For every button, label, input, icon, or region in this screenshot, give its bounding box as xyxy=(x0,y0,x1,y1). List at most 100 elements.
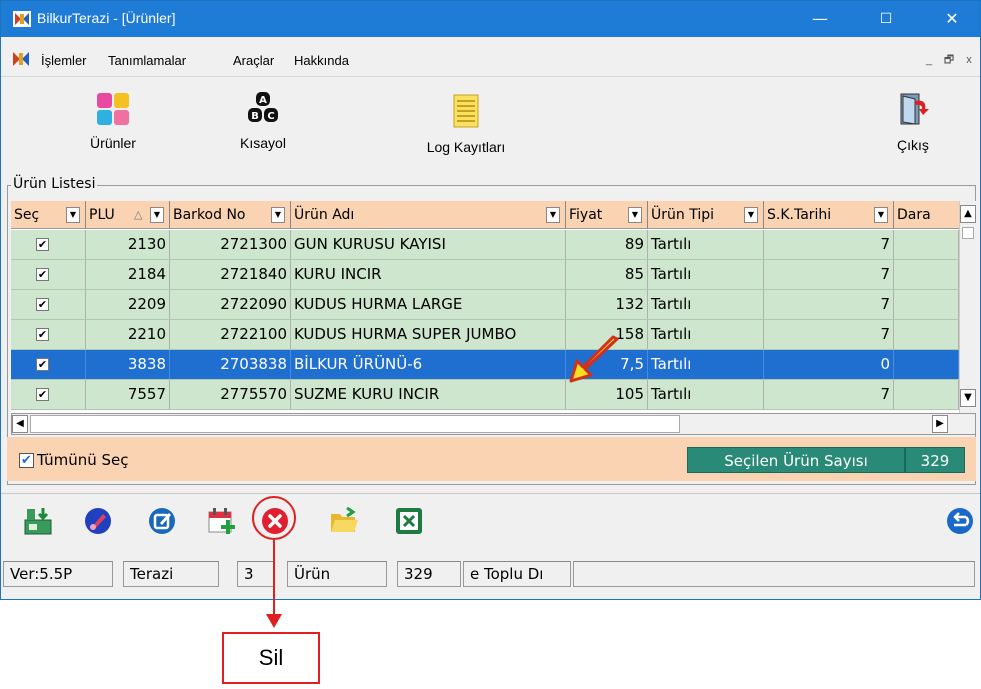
cell-plu[interactable]: 2130 xyxy=(86,230,170,259)
grid-horizontal-scrollbar[interactable]: ◀ ▶ xyxy=(11,413,976,435)
col-filter-icon[interactable]: ▼ xyxy=(744,207,758,223)
cell-dara[interactable] xyxy=(894,260,959,289)
scale-upload-icon[interactable] xyxy=(23,506,53,536)
cell-barcode[interactable]: 2722090 xyxy=(170,290,291,319)
menu-islemler[interactable]: İşlemler xyxy=(41,53,87,68)
cell-type[interactable]: Tartılı xyxy=(648,350,764,379)
col-header-dara[interactable]: Dara xyxy=(894,201,959,229)
row-checkbox[interactable]: ✔ xyxy=(36,238,49,251)
cell-barcode[interactable]: 2775570 xyxy=(170,380,291,409)
cell-barcode[interactable]: 2721300 xyxy=(170,230,291,259)
scroll-left-arrow-icon[interactable]: ◀ xyxy=(12,415,28,433)
cell-plu[interactable]: 2184 xyxy=(86,260,170,289)
cell-price[interactable]: 132 xyxy=(566,290,648,319)
checkbox-checked-icon[interactable]: ✔ xyxy=(19,453,34,468)
back-icon[interactable] xyxy=(945,506,975,536)
cell-barcode[interactable]: 2721840 xyxy=(170,260,291,289)
cell-plu[interactable]: 3838 xyxy=(86,350,170,379)
cell-name[interactable]: GUN KURUSU KAYISI xyxy=(291,230,566,259)
row-checkbox[interactable]: ✔ xyxy=(36,268,49,281)
cell-price[interactable]: 89 xyxy=(566,230,648,259)
cell-sk[interactable]: 7 xyxy=(764,320,894,349)
cell-type[interactable]: Tartılı xyxy=(648,320,764,349)
cell-sk[interactable]: 7 xyxy=(764,230,894,259)
excel-export-icon[interactable] xyxy=(394,506,424,536)
cell-dara[interactable] xyxy=(894,380,959,409)
cell-type[interactable]: Tartılı xyxy=(648,260,764,289)
shortcut-button[interactable]: A B C Kısayol xyxy=(223,91,303,151)
cell-sk[interactable]: 7 xyxy=(764,380,894,409)
paint-brush-icon[interactable] xyxy=(83,506,113,536)
table-row[interactable]: ✔ 2184 2721840 KURU INCIR 85 Tartılı 7 xyxy=(11,260,959,290)
row-select-cell[interactable]: ✔ xyxy=(11,230,86,259)
cell-price[interactable]: 85 xyxy=(566,260,648,289)
row-select-cell[interactable]: ✔ xyxy=(11,320,86,349)
scroll-up-arrow-icon[interactable]: ▲ xyxy=(960,205,976,223)
cell-barcode[interactable]: 2703838 xyxy=(170,350,291,379)
cell-dara[interactable] xyxy=(894,230,959,259)
calendar-add-icon[interactable] xyxy=(207,506,237,536)
mdi-close-button[interactable]: x xyxy=(959,51,979,69)
cell-sk[interactable]: 7 xyxy=(764,260,894,289)
maximize-button[interactable]: ☐ xyxy=(863,1,909,37)
cell-plu[interactable]: 2210 xyxy=(86,320,170,349)
product-grid[interactable]: Seç ▼ PLU △ ▼ Barkod No ▼ Ürün Adı ▼ Fiy… xyxy=(11,201,959,413)
table-row[interactable]: ✔ 2210 2722100 KUDUS HURMA SUPER JUMBO 158 Ta… xyxy=(11,320,959,350)
cell-type[interactable]: Tartılı xyxy=(648,230,764,259)
mdi-restore-button[interactable]: 🗗 xyxy=(939,51,959,69)
scroll-down-arrow-icon[interactable]: ▼ xyxy=(960,389,976,407)
log-button[interactable]: Log Kayıtları xyxy=(401,93,531,155)
col-header-barkod[interactable]: Barkod No ▼ xyxy=(170,201,291,229)
cell-name[interactable]: BİLKUR ÜRÜNÜ-6 xyxy=(291,350,566,379)
scroll-thumb[interactable] xyxy=(962,227,974,239)
cell-dara[interactable] xyxy=(894,350,959,379)
col-header-sec[interactable]: Seç ▼ xyxy=(11,201,86,229)
open-folder-icon[interactable] xyxy=(329,506,359,536)
cell-name[interactable]: KUDUS HURMA SUPER JUMBO xyxy=(291,320,566,349)
cell-type[interactable]: Tartılı xyxy=(648,290,764,319)
col-header-urun-tipi[interactable]: Ürün Tipi ▼ xyxy=(648,201,764,229)
row-select-cell[interactable]: ✔ xyxy=(11,380,86,409)
col-header-urun-adi[interactable]: Ürün Adı ▼ xyxy=(291,201,566,229)
col-filter-icon[interactable]: ▼ xyxy=(150,207,164,223)
col-filter-icon[interactable]: ▼ xyxy=(271,207,285,223)
table-row[interactable]: ✔ 2130 2721300 GUN KURUSU KAYISI 89 Tartılı 7 xyxy=(11,230,959,260)
exit-button[interactable]: Çıkış xyxy=(873,91,953,153)
scroll-right-arrow-icon[interactable]: ▶ xyxy=(932,415,948,433)
table-row[interactable]: ✔ 2209 2722090 KUDUS HURMA LARGE 132 Tartılı 7 xyxy=(11,290,959,320)
cell-barcode[interactable]: 2722100 xyxy=(170,320,291,349)
cell-name[interactable]: KUDUS HURMA LARGE xyxy=(291,290,566,319)
row-checkbox[interactable]: ✔ xyxy=(36,388,49,401)
col-filter-icon[interactable]: ▼ xyxy=(874,207,888,223)
products-button[interactable]: Ürünler xyxy=(73,91,153,151)
select-all-checkbox[interactable]: ✔ Tümünü Seç xyxy=(19,451,129,469)
col-filter-icon[interactable]: ▼ xyxy=(628,207,642,223)
cell-plu[interactable]: 2209 xyxy=(86,290,170,319)
row-checkbox[interactable]: ✔ xyxy=(36,358,49,371)
title-bar[interactable]: BilkurTerazi - [Ürünler] — ☐ ✕ xyxy=(1,1,980,37)
cell-name[interactable]: KURU INCIR xyxy=(291,260,566,289)
col-filter-icon[interactable]: ▼ xyxy=(546,207,560,223)
col-filter-icon[interactable]: ▼ xyxy=(66,207,80,223)
close-button[interactable]: ✕ xyxy=(929,1,975,37)
col-header-plu[interactable]: PLU △ ▼ xyxy=(86,201,170,229)
menu-hakkinda[interactable]: Hakkında xyxy=(294,53,349,68)
grid-vertical-scrollbar[interactable]: ▲ ▼ xyxy=(959,201,976,413)
mdi-minimize-button[interactable]: _ xyxy=(919,51,939,69)
cell-dara[interactable] xyxy=(894,320,959,349)
menu-tanimlamalar[interactable]: Tanımlamalar xyxy=(108,53,186,68)
cell-sk[interactable]: 0 xyxy=(764,350,894,379)
hscroll-thumb[interactable] xyxy=(30,415,680,433)
row-select-cell[interactable]: ✔ xyxy=(11,260,86,289)
minimize-button[interactable]: — xyxy=(797,1,843,37)
row-select-cell[interactable]: ✔ xyxy=(11,350,86,379)
col-header-sk-tarihi[interactable]: S.K.Tarihi ▼ xyxy=(764,201,894,229)
cell-type[interactable]: Tartılı xyxy=(648,380,764,409)
edit-icon[interactable] xyxy=(147,506,177,536)
row-checkbox[interactable]: ✔ xyxy=(36,298,49,311)
cell-plu[interactable]: 7557 xyxy=(86,380,170,409)
cell-sk[interactable]: 7 xyxy=(764,290,894,319)
row-select-cell[interactable]: ✔ xyxy=(11,290,86,319)
col-header-fiyat[interactable]: Fiyat ▼ xyxy=(566,201,648,229)
cell-name[interactable]: SUZME KURU INCIR xyxy=(291,380,566,409)
